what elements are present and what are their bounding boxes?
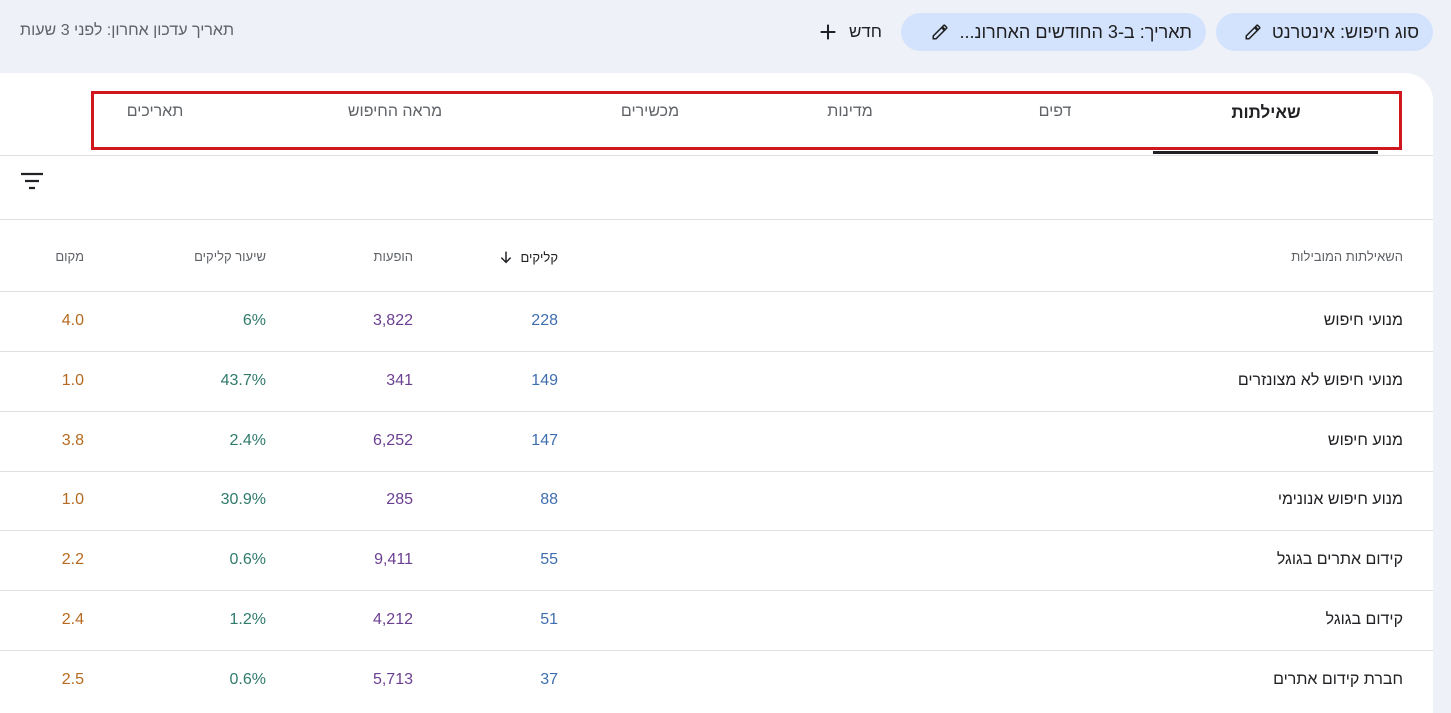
tab-search-appearance[interactable]: מראה החיפוש — [330, 103, 460, 121]
table-row[interactable]: מנועי חיפוש 228 3,822 6% 4.0 — [0, 292, 1433, 352]
plus-icon — [820, 24, 836, 40]
cell-impressions: 3,822 — [372, 312, 413, 329]
table-row[interactable]: חברת קידום אתרים 37 5,713 0.6% 2.5 — [0, 651, 1433, 710]
cell-clicks: 55 — [540, 551, 558, 568]
cell-clicks: 149 — [531, 372, 558, 389]
cell-query: מנועי חיפוש — [1323, 312, 1403, 329]
date-range-chip[interactable]: תאריך: ב-3 החודשים האחרונ... — [901, 13, 1206, 51]
cell-ctr: 0.6% — [229, 671, 266, 688]
cell-ctr: 6% — [242, 312, 266, 329]
header-ctr[interactable]: שיעור קליקים — [194, 249, 266, 264]
cell-impressions: 9,411 — [374, 551, 413, 568]
cell-position: 2.5 — [61, 671, 84, 688]
cell-impressions: 6,252 — [372, 432, 413, 449]
add-new-button[interactable]: חדש — [796, 13, 882, 51]
cell-query: חברת קידום אתרים — [1273, 671, 1403, 688]
cell-clicks: 37 — [540, 671, 558, 688]
header-clicks[interactable]: קליקים — [498, 249, 558, 265]
cell-position: 1.0 — [61, 491, 84, 508]
cell-clicks: 147 — [531, 432, 558, 449]
cell-clicks: 51 — [540, 611, 558, 628]
table-row[interactable]: מנועי חיפוש לא מצונזרים 149 341 43.7% 1.… — [0, 352, 1433, 412]
tab-dates[interactable]: תאריכים — [105, 103, 205, 121]
date-range-chip-label: תאריך: ב-3 החודשים האחרונ... — [959, 21, 1192, 42]
table-row[interactable]: קידום אתרים בגוגל 55 9,411 0.6% 2.2 — [0, 531, 1433, 591]
cell-position: 4.0 — [61, 312, 84, 329]
cell-query: מנוע חיפוש — [1327, 432, 1403, 449]
cell-ctr: 30.9% — [220, 491, 266, 508]
cell-position: 1.0 — [61, 372, 84, 389]
dimension-tabs: שאילתות דפים מדינות מכשירים מראה החיפוש … — [0, 73, 1433, 156]
add-new-label: חדש — [848, 22, 882, 41]
cell-impressions: 341 — [386, 372, 413, 389]
pencil-icon — [1245, 24, 1261, 40]
cell-impressions: 5,713 — [372, 671, 413, 688]
cell-impressions: 285 — [386, 491, 413, 508]
cell-ctr: 0.6% — [229, 551, 266, 568]
cell-ctr: 2.4% — [229, 432, 266, 449]
cell-clicks: 228 — [531, 312, 558, 329]
cell-position: 2.2 — [61, 551, 84, 568]
table-row[interactable]: מנוע חיפוש אנונימי 88 285 30.9% 1.0 — [0, 471, 1433, 531]
arrow-down-icon — [501, 251, 512, 264]
tab-devices[interactable]: מכשירים — [585, 103, 715, 121]
tab-queries[interactable]: שאילתות — [1185, 103, 1347, 123]
header-position[interactable]: מקום — [55, 249, 84, 264]
cell-position: 2.4 — [61, 611, 84, 628]
table-row[interactable]: קידום בגוגל 51 4,212 1.2% 2.4 — [0, 591, 1433, 651]
cell-ctr: 43.7% — [220, 372, 266, 389]
header-clicks-label: קליקים — [520, 249, 558, 265]
header-impressions[interactable]: הופעות — [374, 249, 413, 264]
active-tab-indicator — [1153, 151, 1378, 154]
cell-impressions: 4,212 — [372, 611, 413, 628]
header-top-queries[interactable]: השאילתות המובילות — [1291, 249, 1403, 264]
pencil-icon — [932, 24, 948, 40]
cell-query: מנוע חיפוש אנונימי — [1277, 491, 1403, 508]
cell-position: 3.8 — [61, 432, 84, 449]
cell-query: מנועי חיפוש לא מצונזרים — [1237, 372, 1403, 389]
last-update-text: תאריך עדכון אחרון: לפני 3 שעות — [20, 22, 234, 39]
tab-countries[interactable]: מדינות — [800, 103, 900, 121]
cell-clicks: 88 — [540, 491, 558, 508]
cell-query: קידום בגוגל — [1325, 611, 1403, 628]
cell-query: קידום אתרים בגוגל — [1276, 551, 1403, 568]
tab-pages[interactable]: דפים — [1005, 103, 1105, 121]
search-type-chip-label: סוג חיפוש: אינטרנט — [1271, 21, 1419, 42]
table-header: השאילתות המובילות קליקים הופעות שיעור קל… — [0, 219, 1433, 292]
top-bar: סוג חיפוש: אינטרנט תאריך: ב-3 החודשים הא… — [0, 0, 1451, 72]
table-row[interactable]: מנוע חיפוש 147 6,252 2.4% 3.8 — [0, 412, 1433, 472]
filter-row — [0, 155, 1433, 220]
cell-ctr: 1.2% — [229, 611, 266, 628]
filter-lines-icon[interactable] — [20, 171, 44, 191]
report-card: שאילתות דפים מדינות מכשירים מראה החיפוש … — [0, 73, 1433, 713]
search-type-chip[interactable]: סוג חיפוש: אינטרנט — [1216, 13, 1433, 51]
